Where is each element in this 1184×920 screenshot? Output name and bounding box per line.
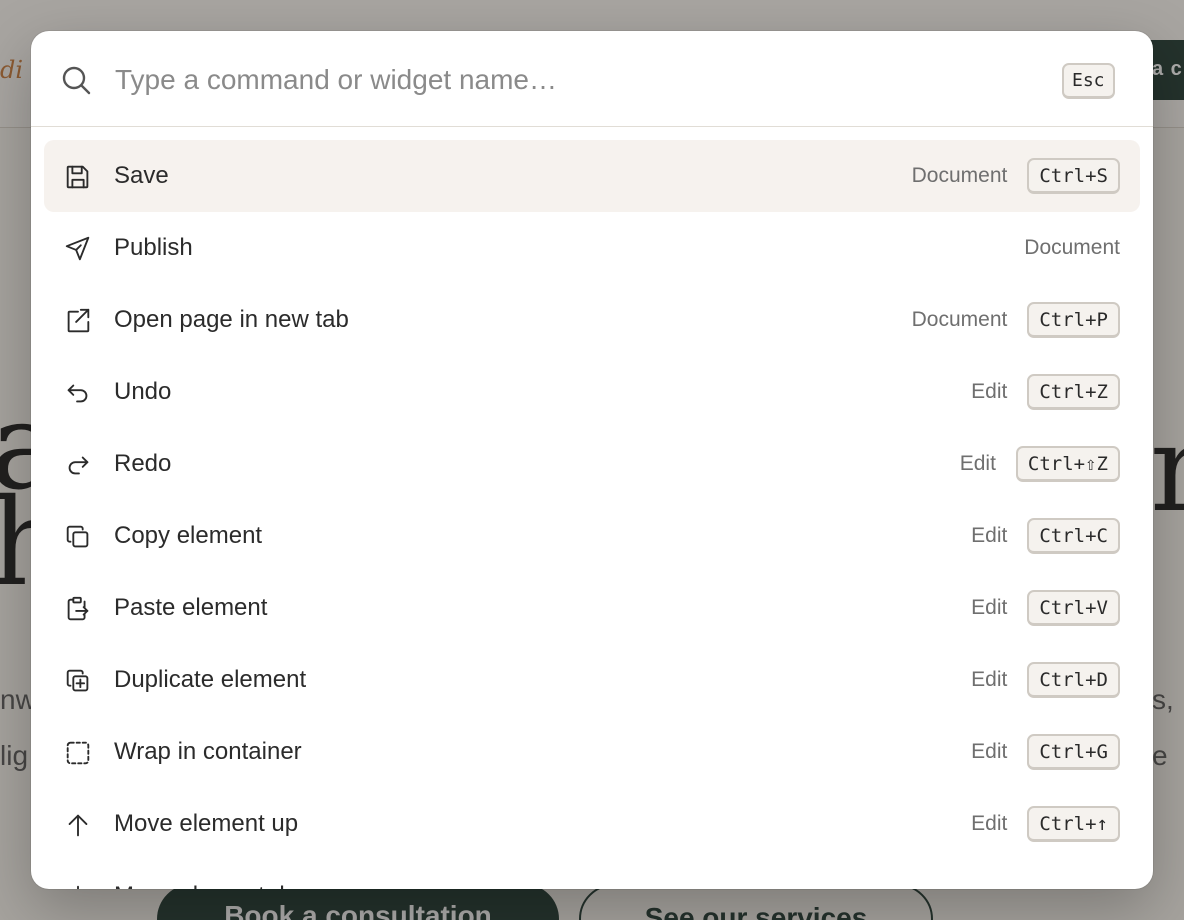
command-item[interactable]: Wrap in container Edit Ctrl+G <box>44 716 1140 788</box>
command-label: Publish <box>114 234 193 261</box>
paste-icon <box>63 594 93 624</box>
search-icon <box>62 66 91 95</box>
keyboard-shortcut: Ctrl+P <box>1027 302 1120 338</box>
keyboard-shortcut: Ctrl+↑ <box>1027 806 1120 842</box>
command-category: Edit <box>959 452 996 475</box>
command-meta: Edit Ctrl+⇧Z <box>960 428 1120 500</box>
undo-icon <box>63 378 93 408</box>
command-meta: Edit Ctrl+↑ <box>971 788 1120 860</box>
search-bar: Esc <box>31 31 1153 127</box>
arrow-down-icon <box>63 882 93 889</box>
command-category: Edit <box>971 668 1008 691</box>
command-label: Save <box>114 162 169 189</box>
command-category: Document <box>911 308 1008 331</box>
command-category: Edit <box>971 380 1008 403</box>
duplicate-icon <box>63 666 93 696</box>
external-link-icon <box>63 306 93 336</box>
copy-icon <box>63 522 93 552</box>
command-label: Wrap in container <box>114 738 302 765</box>
command-item[interactable]: Open page in new tab Document Ctrl+P <box>44 284 1140 356</box>
command-category: Edit <box>971 596 1008 619</box>
command-list: Save Document Ctrl+S Publish Document Open pa… <box>31 128 1153 889</box>
command-meta: Edit Ctrl+V <box>971 572 1120 644</box>
search-input[interactable] <box>115 57 1015 103</box>
keyboard-shortcut: Ctrl+D <box>1027 662 1120 698</box>
keyboard-shortcut: Ctrl+S <box>1027 158 1120 194</box>
command-palette: Esc SaveDocumentCtrl+SPublishDocumentOpe… <box>31 31 1153 889</box>
keyboard-shortcut: Ctrl+V <box>1027 590 1120 626</box>
save-icon <box>63 162 93 192</box>
command-meta: Document Ctrl+P <box>912 284 1120 356</box>
esc-key[interactable]: Esc <box>1062 63 1124 99</box>
command-meta: Edit Ctrl+G <box>971 716 1120 788</box>
command-label: Redo <box>114 450 172 477</box>
command-item[interactable]: Paste element Edit Ctrl+V <box>44 572 1140 644</box>
command-meta: Document Ctrl+S <box>912 140 1120 212</box>
arrow-up-icon <box>63 810 93 840</box>
command-category: Document <box>1024 236 1120 259</box>
command-item[interactable]: Redo Edit Ctrl+⇧Z <box>44 428 1140 500</box>
keyboard-shortcut: Ctrl+G <box>1027 734 1120 770</box>
command-label: Duplicate element <box>114 666 307 693</box>
command-meta: Document <box>1024 212 1120 284</box>
command-category: Document <box>911 164 1008 187</box>
command-meta: Edit Ctrl+Z <box>971 356 1120 428</box>
send-icon <box>63 234 93 264</box>
command-item[interactable]: Move element up Edit Ctrl+↑ <box>44 788 1140 860</box>
keyboard-shortcut: Ctrl+Z <box>1027 374 1120 410</box>
command-category: Edit <box>971 740 1008 763</box>
command-item[interactable]: Undo Edit Ctrl+Z <box>44 356 1140 428</box>
command-item[interactable]: Duplicate element Edit Ctrl+D <box>44 644 1140 716</box>
command-item[interactable]: Copy element Edit Ctrl+C <box>44 500 1140 572</box>
command-category: Edit <box>971 524 1008 547</box>
command-meta: Edit Ctrl+D <box>971 644 1120 716</box>
command-item[interactable]: Save Document Ctrl+S <box>44 140 1140 212</box>
command-category: Edit <box>971 812 1008 835</box>
command-item[interactable]: Publish Document <box>44 212 1140 284</box>
container-icon <box>63 738 93 768</box>
command-label: Open page in new tab <box>114 306 349 333</box>
keyboard-shortcut: Ctrl+C <box>1027 518 1120 554</box>
command-item[interactable]: Move element down <box>44 860 1140 889</box>
command-label: Move element up <box>114 810 299 837</box>
command-label: Paste element <box>114 594 268 621</box>
redo-icon <box>63 450 93 480</box>
command-meta: Edit Ctrl+C <box>971 500 1120 572</box>
command-label: Copy element <box>114 522 263 549</box>
esc-key-label: Esc <box>1062 63 1115 99</box>
keyboard-shortcut: Ctrl+⇧Z <box>1015 446 1120 482</box>
command-label: Undo <box>114 378 172 405</box>
command-label: Move element down <box>114 882 329 889</box>
